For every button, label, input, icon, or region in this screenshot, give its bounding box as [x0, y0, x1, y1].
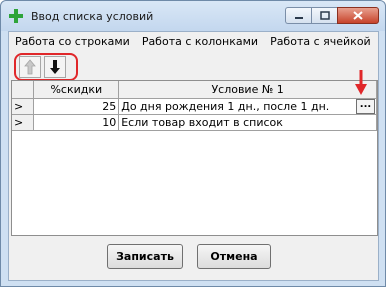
discount-cell[interactable]: 10	[33, 114, 120, 131]
table-row[interactable]: > 10 Если товар входит в список	[12, 114, 377, 131]
conditions-table: %скидки Условие № 1 > 25 До дня рождения…	[12, 81, 377, 131]
title-bar[interactable]: Ввод списка условий	[1, 1, 385, 31]
toolbar	[14, 53, 79, 81]
menu-bar: Работа со строками Работа с колонками Ра…	[9, 32, 378, 51]
annotation-arrow-icon	[355, 70, 367, 95]
header-condition[interactable]: Условие № 1	[118, 81, 377, 99]
condition-cell[interactable]: Если товар входит в список	[118, 114, 377, 131]
discount-cell[interactable]: 25	[33, 98, 120, 115]
cancel-button[interactable]: Отмена	[197, 244, 271, 269]
green-cross-icon	[9, 9, 23, 23]
condition-text: До дня рождения 1 дн., после 1 дн.	[121, 99, 330, 113]
conditions-grid[interactable]: %скидки Условие № 1 > 25 До дня рождения…	[11, 80, 378, 236]
close-button[interactable]	[337, 7, 379, 24]
annotation-highlight	[14, 53, 78, 81]
menu-columns[interactable]: Работа с колонками	[136, 32, 264, 51]
window-controls	[285, 7, 379, 24]
maximize-button[interactable]	[311, 7, 337, 24]
window-title: Ввод списка условий	[31, 10, 154, 23]
menu-cell[interactable]: Работа с ячейкой	[264, 32, 377, 51]
dialog-window: Ввод списка условий Работа со строками Р…	[0, 0, 386, 287]
close-icon	[353, 11, 363, 20]
table-header-row: %скидки Условие № 1	[12, 81, 377, 99]
condition-cell[interactable]: До дня рождения 1 дн., после 1 дн. ...	[118, 98, 377, 115]
save-button[interactable]: Записать	[107, 244, 183, 269]
condition-text: Если товар входит в список	[121, 115, 283, 129]
maximize-icon	[319, 11, 330, 20]
minimize-icon	[294, 16, 303, 19]
minimize-button[interactable]	[285, 7, 311, 24]
header-discount[interactable]: %скидки	[33, 81, 120, 99]
table-row[interactable]: > 25 До дня рождения 1 дн., после 1 дн. …	[12, 98, 377, 115]
menu-rows[interactable]: Работа со строками	[9, 32, 136, 51]
ellipsis-button[interactable]: ...	[356, 98, 375, 113]
row-indicator: >	[12, 114, 35, 131]
dialog-client-area: Работа со строками Работа с колонками Ра…	[8, 31, 379, 281]
header-indicator	[12, 81, 35, 99]
row-indicator: >	[12, 98, 35, 115]
